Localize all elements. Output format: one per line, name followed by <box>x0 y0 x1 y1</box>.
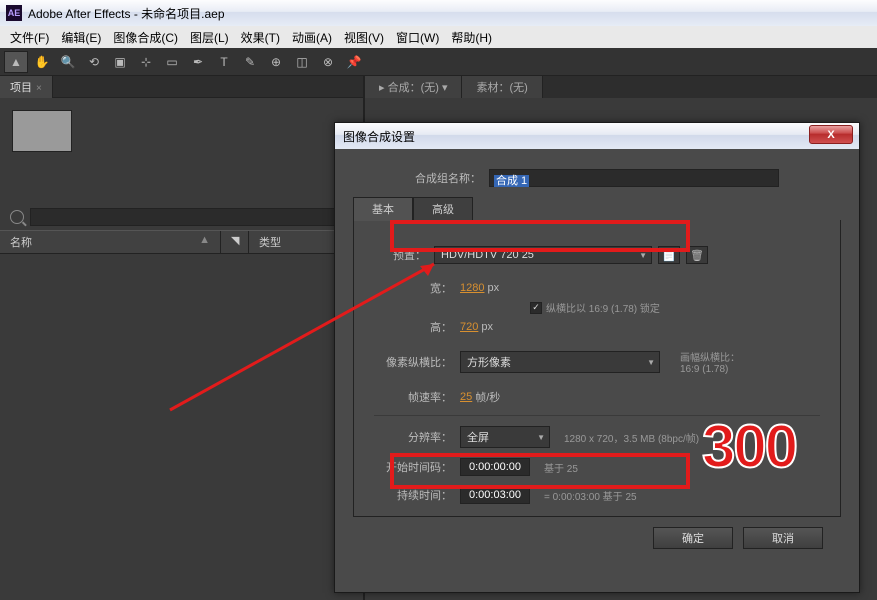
duration-input[interactable] <box>460 486 530 504</box>
close-icon[interactable]: × <box>36 83 42 94</box>
puppet-tool-icon[interactable]: 📌 <box>342 51 366 73</box>
app-icon: AE <box>6 5 22 21</box>
frame-aspect-label: 画幅纵横比： <box>680 349 740 364</box>
tab-project[interactable]: 项目× <box>0 76 53 98</box>
resolution-dropdown[interactable]: 全屏▼ <box>460 426 550 448</box>
project-panel: 项目× 名称▲ ◥ 类型 大 <box>0 76 365 600</box>
stamp-tool-icon[interactable]: ⊕ <box>264 51 288 73</box>
comp-name-input[interactable]: 合成 1 <box>489 169 779 187</box>
brush-tool-icon[interactable]: ✎ <box>238 51 262 73</box>
cancel-button[interactable]: 取消 <box>743 527 823 549</box>
roto-tool-icon[interactable]: ⊗ <box>316 51 340 73</box>
tab-advanced[interactable]: 高级 <box>413 197 473 221</box>
menu-layer[interactable]: 图层(L) <box>184 29 235 46</box>
start-timecode-info: 基于 25 <box>544 460 578 475</box>
composition-settings-dialog: 图像合成设置 X 合成组名称： 合成 1 基本 高级 预置： HDV/HDTV … <box>334 122 860 593</box>
comp-name-label: 合成组名称： <box>415 170 489 186</box>
hand-tool-icon[interactable]: ✋ <box>30 51 54 73</box>
text-tool-icon[interactable]: T <box>212 51 236 73</box>
height-value[interactable]: 720 <box>460 321 478 333</box>
zoom-tool-icon[interactable]: 🔍 <box>56 51 80 73</box>
project-columns: 名称▲ ◥ 类型 大 <box>0 230 363 254</box>
app-title: Adobe After Effects - 未命名项目.aep <box>28 5 225 22</box>
app-titlebar: AE Adobe After Effects - 未命名项目.aep <box>0 0 877 26</box>
start-timecode-label: 开始时间码： <box>380 459 460 475</box>
tab-footage-viewer[interactable]: 素材：(无) <box>462 76 542 98</box>
menu-file[interactable]: 文件(F) <box>4 29 55 46</box>
lock-aspect-checkbox[interactable]: ✓ <box>530 302 542 314</box>
selection-tool-icon[interactable]: ▲ <box>4 51 28 73</box>
lock-aspect-label: 纵横比以 16:9 (1.78) 锁定 <box>546 300 660 315</box>
frame-aspect-value: 16:9 (1.78) <box>680 364 740 375</box>
anchor-tool-icon[interactable]: ⊹ <box>134 51 158 73</box>
menu-composition[interactable]: 图像合成(C) <box>107 29 184 46</box>
chevron-down-icon: ▼ <box>537 433 545 442</box>
rect-tool-icon[interactable]: ▭ <box>160 51 184 73</box>
col-tag[interactable]: ◥ <box>221 231 249 253</box>
menu-window[interactable]: 窗口(W) <box>390 29 445 46</box>
fps-label: 帧速率： <box>380 389 460 405</box>
menu-view[interactable]: 视图(V) <box>338 29 390 46</box>
height-label: 高： <box>380 319 460 335</box>
preset-save-button[interactable]: 📄 <box>658 246 680 264</box>
duration-label: 持续时间： <box>380 487 460 503</box>
menu-edit[interactable]: 编辑(E) <box>55 29 107 46</box>
par-dropdown[interactable]: 方形像素▼ <box>460 351 660 373</box>
project-thumbnail <box>12 110 72 152</box>
menu-animation[interactable]: 动画(A) <box>286 29 338 46</box>
fps-value[interactable]: 25 <box>460 391 472 403</box>
resolution-info: 1280 x 720，3.5 MB (8bpc/帧) <box>564 430 699 445</box>
par-label: 像素纵横比： <box>380 354 460 370</box>
preset-dropdown[interactable]: HDV/HDTV 720 25▼ <box>434 246 652 264</box>
start-timecode-input[interactable] <box>460 458 530 476</box>
camera-tool-icon[interactable]: ▣ <box>108 51 132 73</box>
menubar: 文件(F) 编辑(E) 图像合成(C) 图层(L) 效果(T) 动画(A) 视图… <box>0 26 877 48</box>
menu-help[interactable]: 帮助(H) <box>445 29 498 46</box>
dialog-titlebar[interactable]: 图像合成设置 X <box>335 123 859 149</box>
menu-effect[interactable]: 效果(T) <box>235 29 286 46</box>
width-value[interactable]: 1280 <box>460 282 484 294</box>
chevron-down-icon: ▼ <box>647 358 655 367</box>
col-name[interactable]: 名称▲ <box>0 231 221 253</box>
chevron-down-icon: ▼ <box>639 251 647 260</box>
search-icon <box>10 210 24 224</box>
toolbar: ▲ ✋ 🔍 ⟲ ▣ ⊹ ▭ ✒ T ✎ ⊕ ◫ ⊗ 📌 <box>0 48 877 76</box>
rotate-tool-icon[interactable]: ⟲ <box>82 51 106 73</box>
resolution-label: 分辨率： <box>380 429 460 445</box>
preset-label: 预置： <box>380 247 434 263</box>
col-type[interactable]: 类型 <box>249 231 339 253</box>
pen-tool-icon[interactable]: ✒ <box>186 51 210 73</box>
eraser-tool-icon[interactable]: ◫ <box>290 51 314 73</box>
preset-delete-button[interactable]: 🗑 <box>686 246 708 264</box>
tab-basic[interactable]: 基本 <box>353 197 413 221</box>
dialog-close-button[interactable]: X <box>809 125 853 144</box>
search-input[interactable] <box>30 208 353 226</box>
ok-button[interactable]: 确定 <box>653 527 733 549</box>
duration-info: = 0:00:03:00 基于 25 <box>544 488 637 503</box>
tab-comp-viewer[interactable]: ▸ 合成：(无) ▾ <box>365 76 462 98</box>
width-label: 宽： <box>380 280 460 296</box>
